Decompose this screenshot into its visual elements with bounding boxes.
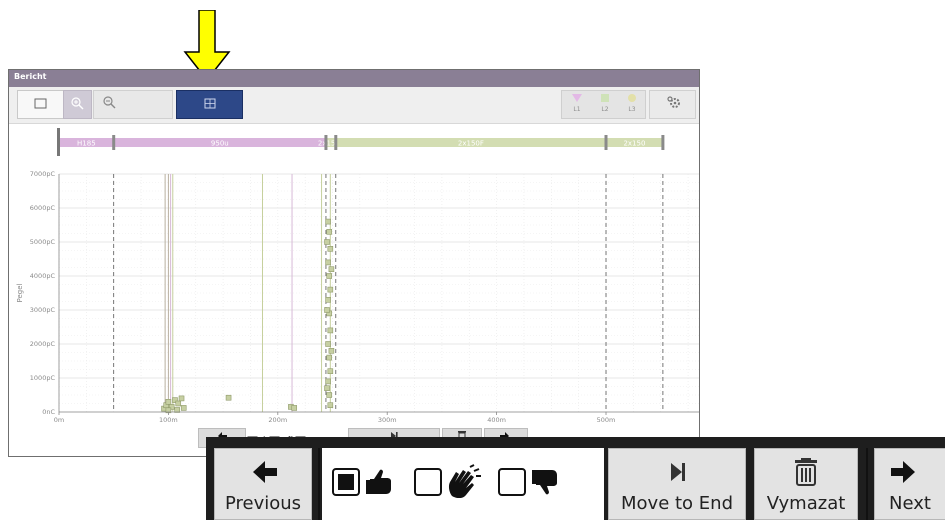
x-tick-label: 300m <box>378 416 397 424</box>
chart-toolbar: L1 L2 L3 <box>9 87 699 124</box>
pd-data-point <box>328 348 335 354</box>
grid-icon <box>204 98 216 109</box>
pd-data-point <box>326 273 333 279</box>
next-label: Next <box>889 493 931 514</box>
navigation-toolbar-zoomed: Previous Move to End Vymazat Next <box>206 437 945 520</box>
waving-hand-icon <box>448 464 481 498</box>
pd-data-point <box>324 385 330 392</box>
zoom-in-icon <box>71 97 84 110</box>
move-to-end-label: Move to End <box>621 493 733 514</box>
y-tick-label: 5000pC <box>30 238 56 246</box>
x-tick-label: 100m <box>159 416 178 424</box>
pd-chart[interactable]: H185 950u 2x150F 2x150F 2x150 0nC1000pC2000p… <box>9 124 699 424</box>
pd-data-point <box>327 286 334 293</box>
pd-data-point <box>325 341 331 347</box>
circle-icon <box>628 94 636 102</box>
y-axis-label: Pegel <box>16 283 24 302</box>
select-tool-button[interactable] <box>17 90 64 119</box>
pd-data-point <box>327 327 334 334</box>
pd-data-point <box>165 398 172 405</box>
move-to-end-button[interactable]: Move to End <box>608 448 746 520</box>
layer-l3-toggle[interactable]: L3 <box>620 91 644 118</box>
square-icon <box>601 94 609 102</box>
x-tick-label: 0m <box>54 416 64 424</box>
report-window: Bericht L1 L2 L3 H185 950u 2x150F 2x150F… <box>8 69 700 457</box>
y-tick-label: 0nC <box>42 408 55 416</box>
pd-data-point <box>327 368 334 374</box>
y-tick-label: 1000pC <box>30 374 56 382</box>
y-tick-label: 3000pC <box>30 306 56 314</box>
y-tick-label: 2000pC <box>30 340 56 348</box>
x-tick-label: 400m <box>487 416 506 424</box>
trash-icon <box>795 458 817 486</box>
pd-data-point <box>175 400 182 407</box>
layer-l1-label: L1 <box>573 106 581 113</box>
pd-data-point <box>328 266 335 272</box>
segment-joint-marker <box>112 135 116 150</box>
pd-data-point <box>327 246 334 252</box>
filled-square-checkbox-icon[interactable] <box>332 468 360 496</box>
y-tick-label: 6000pC <box>30 204 56 212</box>
toolbar-separator <box>318 448 320 520</box>
thumbs-down-icon <box>532 470 557 495</box>
pd-data-point <box>180 405 187 411</box>
layer-l3-label: L3 <box>628 106 636 113</box>
pd-data-point <box>324 307 330 313</box>
delete-button[interactable]: Vymazat <box>754 448 858 520</box>
window-titlebar: Bericht <box>9 70 699 87</box>
arrow-right-icon <box>891 461 915 483</box>
toolbar-separator <box>866 448 868 520</box>
triangle-icon <box>572 94 582 102</box>
layer-l2-label: L2 <box>601 106 609 113</box>
y-tick-label: 4000pC <box>30 272 56 280</box>
cable-segment-label: 950u <box>211 140 229 148</box>
pd-data-point <box>291 405 298 411</box>
layer-l2-toggle[interactable]: L2 <box>593 91 617 118</box>
pd-data-point <box>178 395 185 402</box>
next-button[interactable]: Next <box>874 448 945 520</box>
pd-data-point <box>327 402 334 409</box>
skip-end-icon <box>671 463 685 481</box>
settings-button[interactable] <box>649 90 696 119</box>
previous-button[interactable]: Previous <box>214 448 312 520</box>
pd-data-point <box>325 259 331 266</box>
pd-data-point <box>326 392 333 398</box>
cable-segment-label: 2x150F <box>458 140 484 148</box>
empty-square-checkbox-icon[interactable] <box>414 468 442 496</box>
pd-data-point <box>324 239 330 245</box>
layer-l1-toggle[interactable]: L1 <box>565 91 589 118</box>
cable-start-marker <box>57 128 60 156</box>
pd-data-point <box>326 354 333 361</box>
pd-data-point <box>326 229 333 235</box>
segment-joint-marker <box>604 135 608 150</box>
delete-label: Vymazat <box>766 493 846 514</box>
segment-joint-marker <box>334 135 338 150</box>
segment-joint-marker <box>661 135 665 150</box>
pd-data-point <box>325 378 331 385</box>
rectangle-select-icon <box>34 98 47 109</box>
pd-data-point <box>325 218 331 225</box>
gear-icon <box>667 96 680 108</box>
arrow-left-icon <box>253 461 277 483</box>
y-tick-label: 7000pC <box>30 170 56 178</box>
x-tick-label: 500m <box>597 416 616 424</box>
previous-label: Previous <box>224 493 302 514</box>
segment-joint-marker <box>324 135 328 150</box>
zoom-out-button[interactable] <box>93 90 173 119</box>
window-title: Bericht <box>14 72 47 81</box>
filter-group <box>322 448 604 520</box>
empty-square-checkbox-icon[interactable] <box>498 468 526 496</box>
zoom-in-button[interactable] <box>63 90 92 119</box>
layer-toggle-group: L1 L2 L3 <box>561 90 646 119</box>
pd-data-point <box>225 394 232 401</box>
cable-segment-label: H185 <box>77 140 96 148</box>
pd-data-point <box>325 297 331 303</box>
grid-view-button[interactable] <box>176 90 243 119</box>
zoom-out-icon <box>103 96 116 109</box>
x-tick-label: 200m <box>268 416 287 424</box>
cable-segment-label: 2x150 <box>623 140 645 148</box>
thumbs-up-icon <box>366 469 391 494</box>
